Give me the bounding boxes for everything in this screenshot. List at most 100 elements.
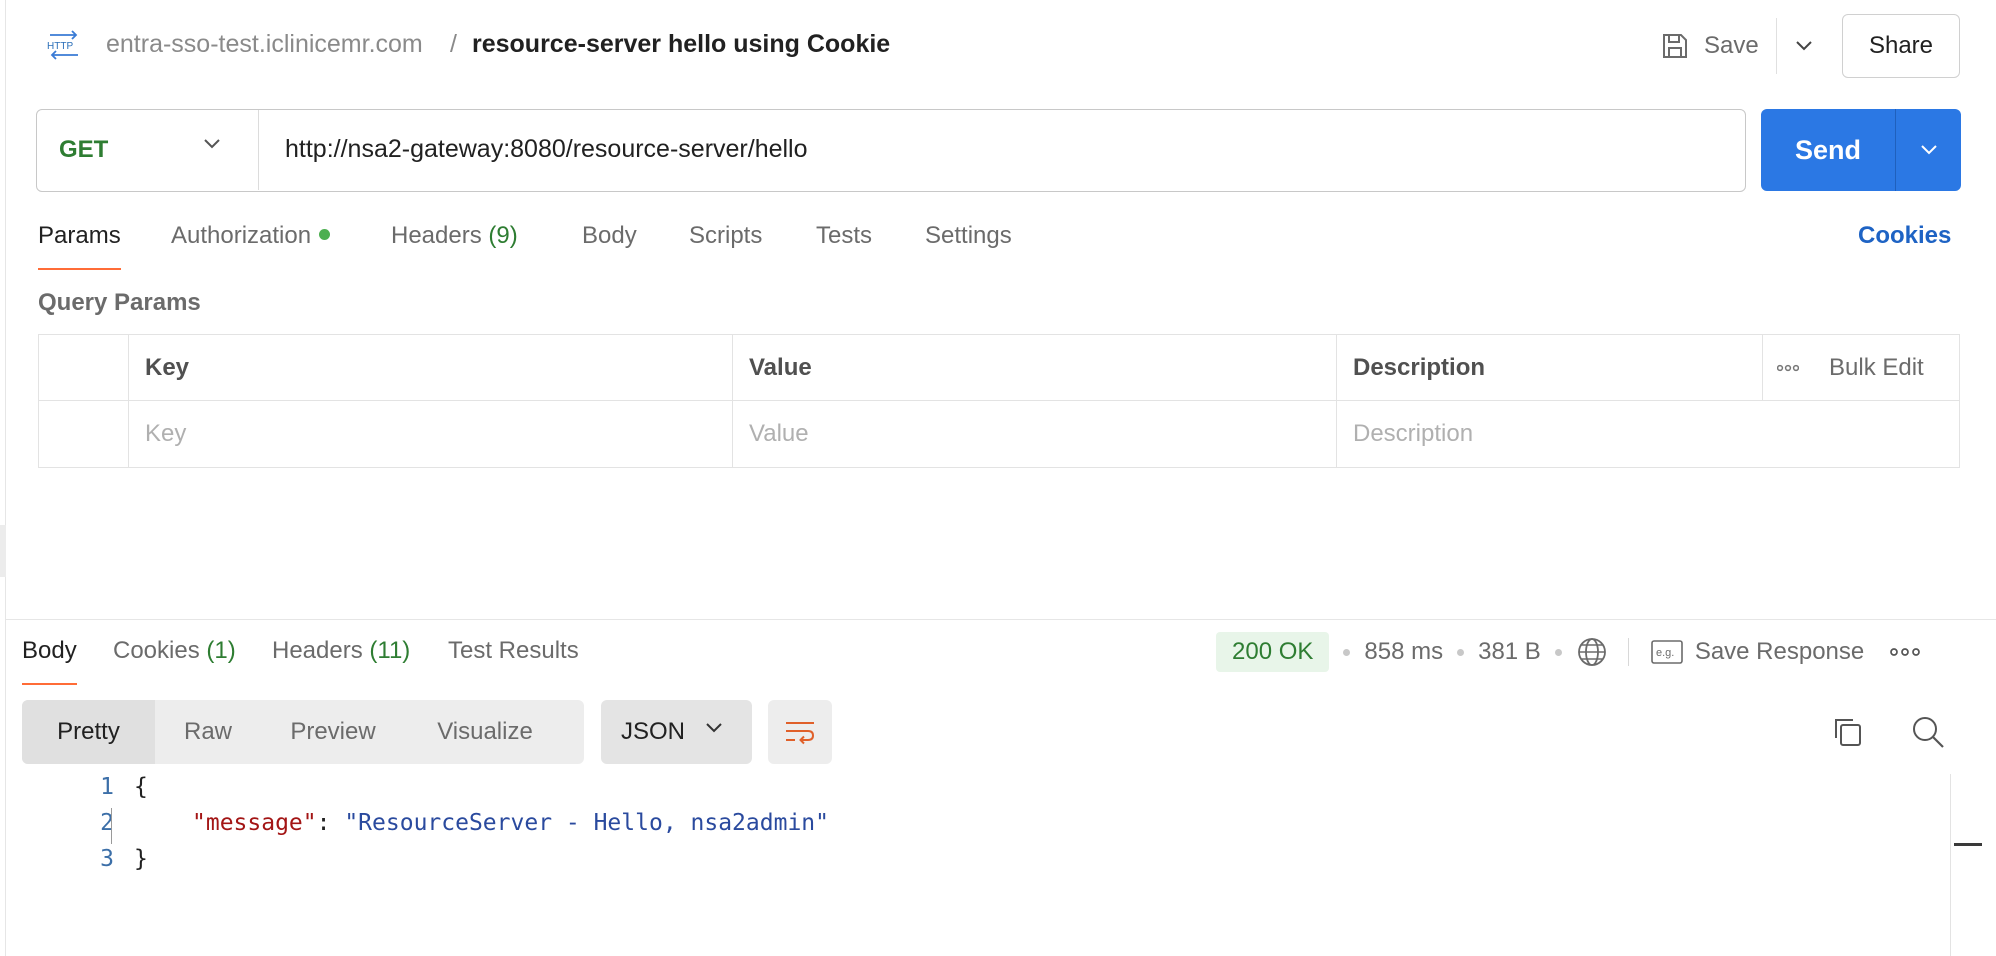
key-input[interactable]: Key [129,401,733,467]
http-icon: HTTP [47,30,78,60]
url-input[interactable]: http://nsa2-gateway:8080/resource-server… [285,135,808,164]
scrollbar-marker[interactable] [1954,843,1982,846]
json-colon: : [316,810,345,836]
tab-settings[interactable]: Settings [925,222,1012,270]
globe-icon[interactable] [1576,636,1608,668]
save-icon [1663,34,1687,58]
response-stats: 200 OK 858 ms 381 B e.g. Save Response [1216,632,1921,672]
value-column-header: Value [733,335,1337,401]
save-button[interactable]: Save [1660,22,1769,70]
breadcrumb-separator: / [450,30,457,58]
tab-headers-count: (9) [488,222,518,249]
format-label: JSON [621,718,686,745]
code-line: 3 } [22,846,1822,882]
request-header: HTTP entra-sso-test.iclinicemr.com / res… [0,0,1996,92]
left-edge [0,0,6,956]
method-label: GET [59,136,109,163]
copy-icon[interactable] [1830,714,1866,750]
stat-separator [1554,648,1562,656]
search-icon[interactable] [1910,714,1946,750]
status-badge[interactable]: 200 OK [1216,632,1330,672]
view-visualize-button[interactable]: Visualize [405,700,565,764]
code-text: { [134,774,148,800]
svg-text:HTTP: HTTP [47,41,73,52]
code-line: 1 { [22,774,1822,810]
example-icon: e.g. [1651,640,1683,664]
key-column-header: Key [129,335,733,401]
response-body-editor[interactable]: 1 { 2 "message": "ResourceServer - Hello… [22,774,1952,956]
bulk-edit-area: Bulk Edit [1759,335,1924,401]
chevron-down-icon [706,723,722,733]
view-mode-selector: Pretty Raw Preview Visualize [22,700,584,764]
stat-separator [1343,648,1351,656]
url-bar: GET http://nsa2-gateway:8080/resource-se… [36,109,1746,192]
save-options-button[interactable] [1788,22,1820,70]
cookies-link[interactable]: Cookies [1858,222,1951,250]
query-params-title: Query Params [38,289,201,316]
indent-guide [111,808,112,844]
line-number: 2 [100,810,114,836]
stat-separator [1457,648,1465,656]
tab-response-headers-count: (11) [369,637,411,664]
send-button-group: Send [1761,109,1961,191]
tab-test-results[interactable]: Test Results [448,637,579,685]
tab-tests[interactable]: Tests [816,222,872,270]
save-response-label: Save Response [1694,638,1865,665]
json-key: "message" [192,810,317,836]
code-line: 2 "message": "ResourceServer - Hello, ns… [22,810,1822,846]
query-params-table: Key Value Description Bulk Edit Key Valu… [38,334,1960,468]
save-response-button[interactable]: e.g. Save Response [1651,638,1864,666]
tab-response-cookies[interactable]: Cookies (1) [113,637,236,685]
tab-response-cookies-count: (1) [206,637,236,664]
tab-params[interactable]: Params [38,222,121,270]
view-pretty-button[interactable]: Pretty [22,700,155,764]
share-button[interactable]: Share [1842,14,1960,78]
svg-text:e.g.: e.g. [1656,647,1674,659]
breadcrumb-host[interactable]: entra-sso-test.iclinicemr.com [106,30,423,59]
chevron-down-icon [204,139,220,149]
checkbox-column-header [39,335,129,401]
format-select[interactable]: JSON [601,700,752,764]
view-preview-button[interactable]: Preview [261,700,405,764]
chevron-down-icon [1796,41,1812,51]
code-text: } [134,846,148,872]
description-column-header: Description [1337,335,1763,401]
row-checkbox-cell [39,401,129,467]
more-options-icon[interactable] [1777,364,1799,372]
view-raw-button[interactable]: Raw [155,700,261,764]
send-options-button[interactable] [1896,109,1961,191]
table-row: Key Value Description [39,401,1959,467]
wrap-lines-button[interactable] [768,700,832,764]
left-edge-marker [0,525,6,577]
tab-authorization-label: Authorization [171,222,312,249]
description-input[interactable]: Description [1337,401,1959,467]
response-time[interactable]: 858 ms [1364,638,1443,666]
editor-scrollbar[interactable] [1950,774,1951,956]
tab-response-body[interactable]: Body [22,637,77,685]
save-divider [1776,18,1777,74]
tab-body[interactable]: Body [582,222,637,270]
send-button[interactable]: Send [1761,109,1895,191]
bulk-edit-button[interactable]: Bulk Edit [1829,354,1924,382]
more-options-icon[interactable] [1890,647,1921,657]
method-select[interactable]: GET [37,110,259,190]
tab-scripts[interactable]: Scripts [689,222,762,270]
chevron-down-icon [1920,145,1937,155]
tab-headers-label: Headers [391,222,482,249]
response-divider[interactable] [6,619,1996,620]
tab-authorization[interactable]: Authorization [171,222,331,270]
line-number: 3 [100,846,114,872]
code-text: "message": "ResourceServer - Hello, nsa2… [192,810,829,836]
save-label: Save [1704,32,1759,59]
request-title[interactable]: resource-server hello using Cookie [472,30,890,59]
tab-response-headers-label: Headers [272,637,363,664]
line-number: 1 [100,774,114,800]
value-input[interactable]: Value [733,401,1337,467]
tab-response-cookies-label: Cookies [113,637,200,664]
tab-headers[interactable]: Headers (9) [391,222,518,270]
tab-response-headers[interactable]: Headers (11) [272,637,410,685]
wrap-lines-icon [786,722,815,745]
table-header-row: Key Value Description Bulk Edit [39,335,1959,401]
auth-status-dot [319,229,331,241]
response-size[interactable]: 381 B [1478,638,1541,666]
